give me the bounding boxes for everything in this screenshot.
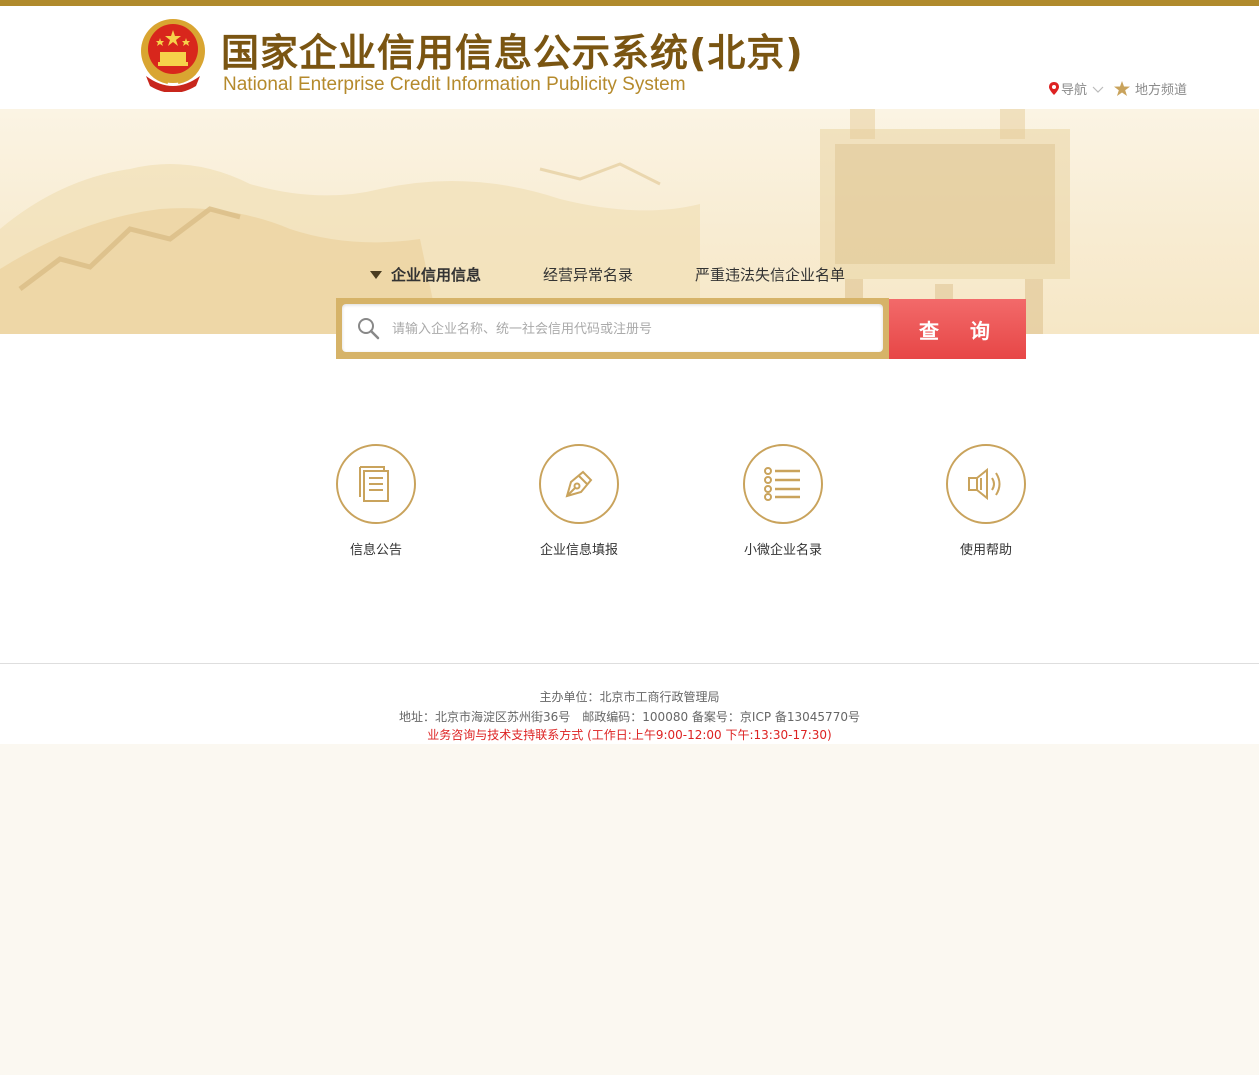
tab-abnormal-list[interactable]: 经营异常名录 — [543, 264, 633, 285]
feature-info-announcement[interactable]: 信息公告 — [296, 444, 456, 558]
feature-circle — [336, 444, 416, 524]
feature-circle — [539, 444, 619, 524]
site-footer: 主办单位：北京市工商行政管理局 地址：北京市海淀区苏州街36号 邮政编码：100… — [0, 663, 1259, 744]
feature-help[interactable]: 使用帮助 — [906, 444, 1066, 558]
footer-sponsor: 主办单位：北京市工商行政管理局 — [539, 690, 720, 704]
local-channel-link[interactable]: 地方频道 — [1113, 79, 1187, 98]
footer-contact-link[interactable]: 业务咨询与技术支持联系方式 (工作日:上午9:00-12:00 下午:13:30… — [0, 726, 1259, 743]
feature-label: 使用帮助 — [959, 543, 1012, 558]
search-button[interactable]: 查 询 — [889, 299, 1026, 359]
tab-label: 严重违法失信企业名单 — [695, 266, 846, 284]
site-title: 国家企业信用信息公示系统(北京) — [221, 31, 804, 75]
location-pin-icon — [1048, 82, 1059, 95]
search-icon — [358, 318, 380, 340]
speaker-icon — [968, 467, 1001, 501]
tab-label: 企业信用信息 — [391, 266, 482, 284]
chevron-down-icon — [1092, 86, 1104, 93]
national-emblem-icon — [141, 19, 205, 92]
nav-dropdown[interactable]: 导航 — [1048, 79, 1104, 98]
feature-circle — [946, 444, 1026, 524]
feature-label: 企业信息填报 — [539, 543, 618, 558]
list-icon — [764, 467, 800, 501]
tab-blacklist[interactable]: 严重违法失信企业名单 — [695, 264, 845, 285]
nav-label: 导航 — [1060, 83, 1087, 98]
feature-label: 小微企业名录 — [743, 543, 822, 558]
search-box — [336, 298, 889, 359]
triangle-down-icon — [370, 270, 382, 279]
feature-label: 信息公告 — [349, 543, 402, 558]
search-input[interactable] — [390, 304, 874, 354]
tab-label: 经营异常名录 — [543, 266, 634, 284]
top-nav: 导航 地方频道 — [1048, 79, 1187, 98]
footer-address: 地址：北京市海淀区苏州街36号 邮政编码：100080 备案号：京ICP 备13… — [399, 710, 860, 724]
star-icon — [1113, 81, 1130, 96]
site-header: 国家企业信用信息公示系统(北京) National Enterprise Cre… — [0, 6, 1259, 109]
feature-circle — [743, 444, 823, 524]
search-tabs: 企业信用信息 经营异常名录 严重违法失信企业名单 — [370, 264, 907, 285]
pen-icon — [565, 470, 593, 498]
feature-info-filing[interactable]: 企业信息填报 — [499, 444, 659, 558]
channel-label: 地方频道 — [1134, 83, 1187, 98]
search-field-wrapper — [342, 304, 883, 354]
feature-small-enterprise-list[interactable]: 小微企业名录 — [703, 444, 863, 558]
site-subtitle: National Enterprise Credit Information P… — [223, 74, 686, 95]
document-icon — [359, 466, 389, 502]
tab-enterprise-credit[interactable]: 企业信用信息 — [370, 264, 481, 285]
